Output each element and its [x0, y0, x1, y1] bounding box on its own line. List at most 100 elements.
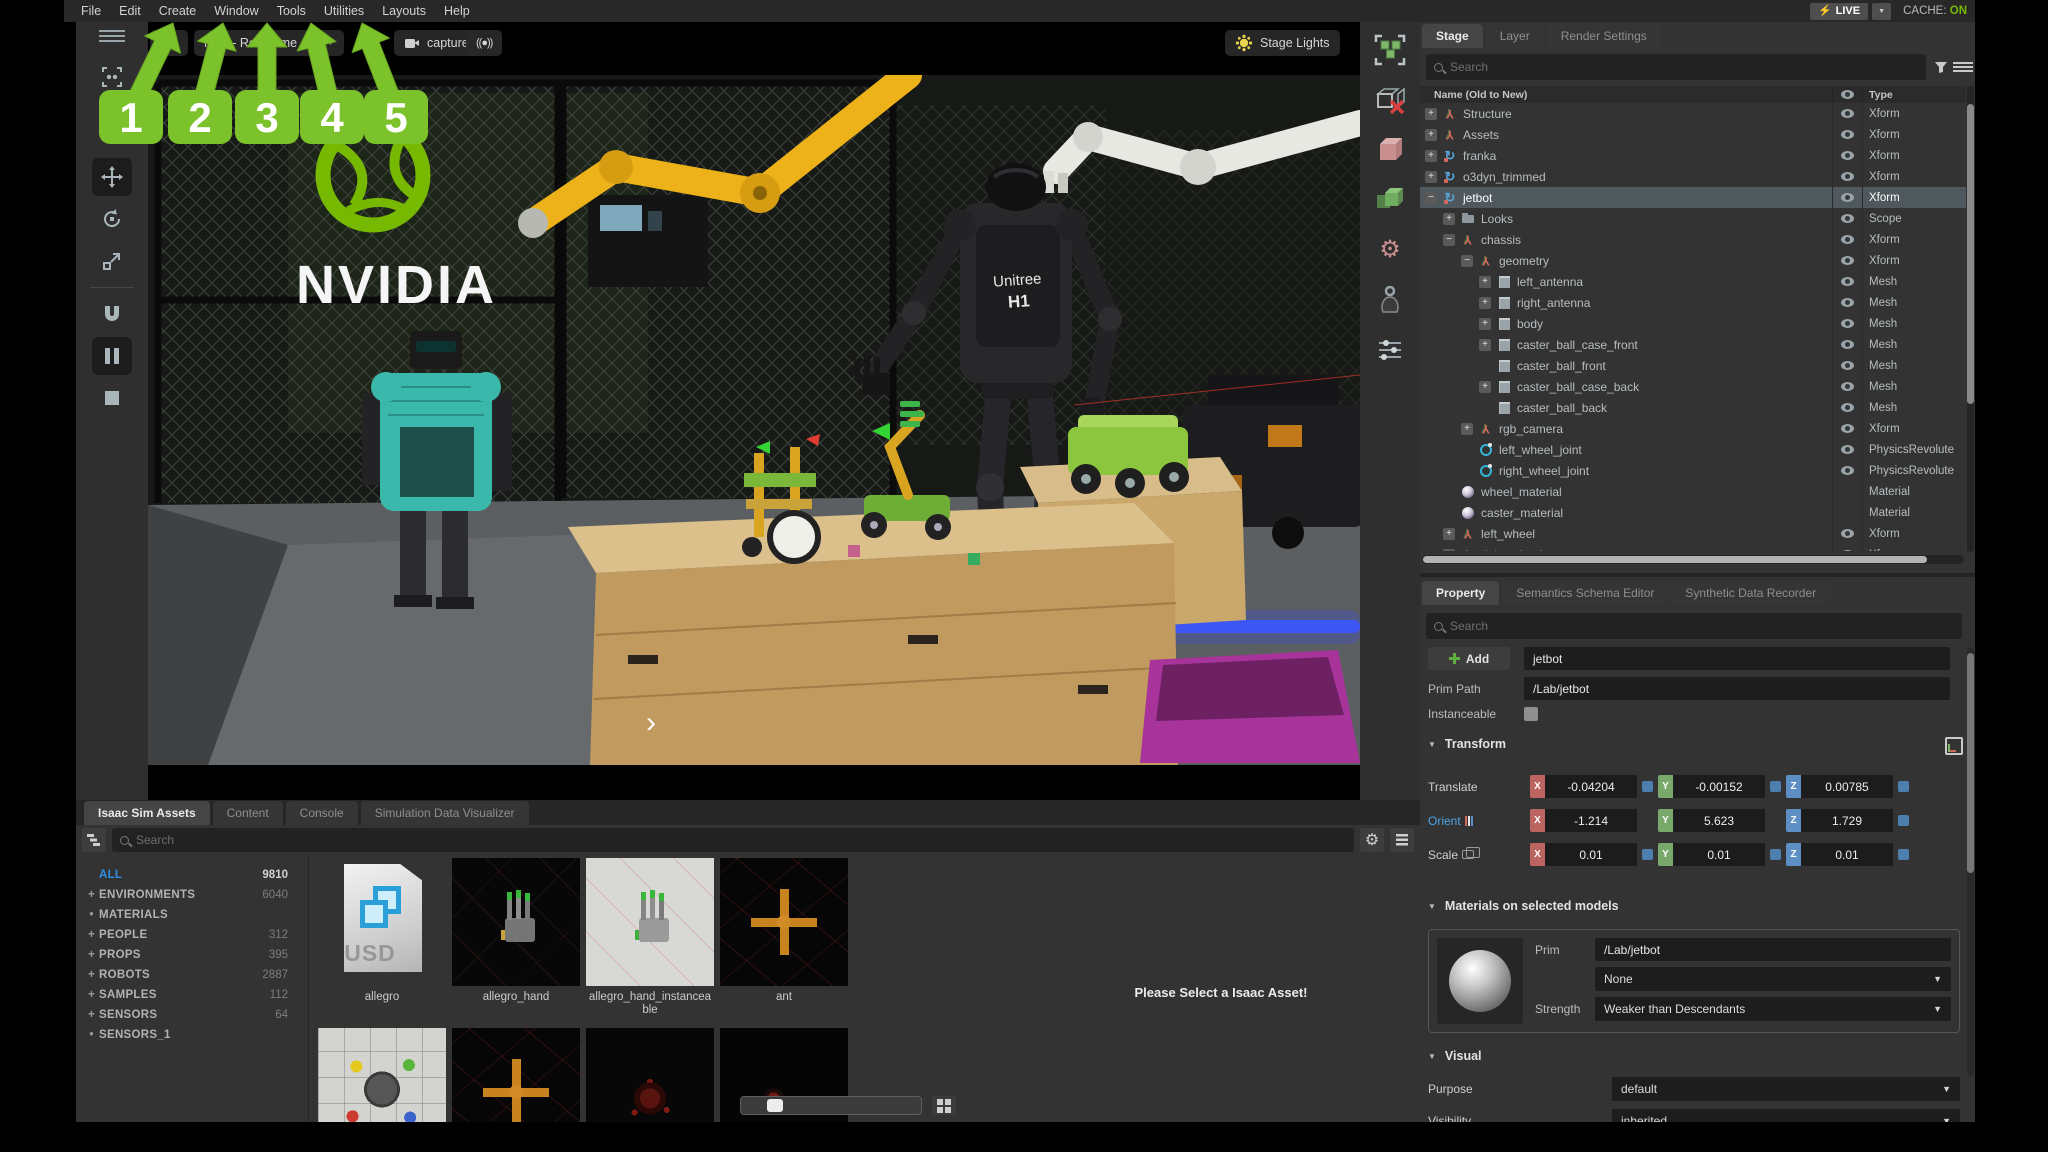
translate-y-field[interactable]: -0.00152	[1673, 775, 1765, 798]
material-binding-dropdown[interactable]: None ▼	[1595, 967, 1951, 991]
transform-axis-icon[interactable]	[1945, 737, 1963, 755]
assets-view-button[interactable]	[1390, 828, 1414, 852]
add-property-button[interactable]: Add	[1428, 647, 1510, 670]
tree-row[interactable]: chassis Xform	[1420, 229, 1966, 250]
property-search-input[interactable]	[1450, 619, 1954, 633]
bottom-tab[interactable]: Console	[285, 801, 358, 825]
stage-horizontal-scrollbar[interactable]	[1422, 555, 1964, 564]
visibility-eye-toggle[interactable]	[1832, 502, 1862, 523]
snap-tool-button[interactable]	[92, 295, 132, 333]
live-button[interactable]: ⚡ LIVE	[1809, 2, 1869, 20]
bottom-tab[interactable]: Simulation Data Visualizer	[360, 801, 529, 825]
visibility-eye-toggle[interactable]	[1832, 313, 1862, 334]
deselect-cube-button[interactable]	[1369, 80, 1411, 120]
tree-row[interactable]: jetbot Xform	[1420, 187, 1966, 208]
bottom-tab[interactable]: Isaac Sim Assets	[84, 801, 210, 825]
assets-search[interactable]	[112, 828, 1354, 852]
category-row[interactable]: + ENVIRONMENTS 6040	[84, 885, 300, 905]
expander-icon[interactable]	[1425, 149, 1437, 162]
visibility-eye-toggle[interactable]	[1832, 208, 1862, 229]
asset-item[interactable]	[318, 1028, 446, 1122]
translate-x-field[interactable]: -0.04204	[1545, 775, 1637, 798]
viewport-canvas[interactable]: NVIDIA Unitree H1	[148, 75, 1360, 765]
move-tool-button[interactable]	[92, 158, 132, 196]
instanceable-checkbox[interactable]	[1524, 707, 1538, 721]
step-handle[interactable]	[1770, 849, 1781, 860]
asset-item[interactable]	[586, 1028, 714, 1122]
render-settings-button[interactable]: ⚙	[1369, 230, 1411, 270]
expander-icon[interactable]	[1443, 527, 1455, 540]
visibility-eye-toggle[interactable]	[1832, 250, 1862, 271]
step-handle[interactable]	[1642, 849, 1653, 860]
visibility-eye-toggle[interactable]	[1832, 418, 1862, 439]
visibility-dropdown[interactable]: inherited ▼	[1612, 1109, 1960, 1122]
asset-item[interactable]: ant	[720, 858, 848, 1017]
column-name-header[interactable]: Name (Old to New)	[1420, 89, 1832, 101]
visibility-eye-toggle[interactable]	[1832, 481, 1862, 502]
asset-item[interactable]: allegro_hand_instanceable	[586, 858, 714, 1017]
menu-item[interactable]: Window	[205, 2, 267, 20]
stage-search-input[interactable]	[1450, 60, 1918, 74]
tree-row[interactable]: caster_material Material	[1420, 502, 1966, 523]
category-filter-button[interactable]	[82, 828, 106, 852]
material-prim-field[interactable]: /Lab/jetbot	[1595, 938, 1951, 961]
assets-search-input[interactable]	[136, 833, 1346, 847]
property-tab[interactable]: Semantics Schema Editor	[1502, 581, 1669, 605]
materials-section-header[interactable]: ▼ Materials on selected models	[1428, 899, 1619, 913]
expander-icon[interactable]	[1461, 422, 1473, 435]
tree-row[interactable]: franka Xform	[1420, 145, 1966, 166]
visibility-eye-toggle[interactable]	[1832, 145, 1862, 166]
category-row[interactable]: + SENSORS 64	[84, 1005, 300, 1025]
transform-section-header[interactable]: ▼ Transform	[1428, 737, 1506, 751]
expander-icon[interactable]	[1425, 191, 1437, 204]
menu-item[interactable]: Layouts	[373, 2, 435, 20]
expander-icon[interactable]	[1443, 233, 1455, 246]
pink-cube-button[interactable]	[1369, 130, 1411, 170]
visibility-eye-toggle[interactable]	[1832, 292, 1862, 313]
physics-button[interactable]	[1369, 280, 1411, 320]
expander-icon[interactable]	[1479, 317, 1491, 330]
renderer-dropdown[interactable]: RTX - Real-Time ▼	[194, 30, 345, 56]
filters-button[interactable]	[1369, 330, 1411, 370]
visibility-eye-toggle[interactable]	[1832, 460, 1862, 481]
step-handle[interactable]	[1898, 849, 1909, 860]
thumbnail-size-slider[interactable]	[740, 1096, 922, 1115]
tree-row[interactable]: left_antenna Mesh	[1420, 271, 1966, 292]
visibility-eye-toggle[interactable]	[1832, 523, 1862, 544]
category-row[interactable]: + SAMPLES 112	[84, 985, 300, 1005]
category-row[interactable]: + PROPS 395	[84, 945, 300, 965]
expander-icon[interactable]	[1479, 380, 1491, 393]
menu-item[interactable]: Create	[150, 2, 206, 20]
tree-row[interactable]: caster_ball_back Mesh	[1420, 397, 1966, 418]
slider-thumb[interactable]	[767, 1099, 783, 1112]
stage-filter-button[interactable]	[1930, 55, 1952, 79]
tree-row[interactable]: left_wheel Xform	[1420, 523, 1966, 544]
menu-item[interactable]: File	[72, 2, 110, 20]
orient-z-field[interactable]: 1.729	[1801, 809, 1893, 832]
live-dropdown-button[interactable]: ▼	[1872, 2, 1892, 20]
toolbar-menu-icon[interactable]	[99, 30, 125, 42]
visual-section-header[interactable]: ▼ Visual	[1428, 1049, 1482, 1063]
property-scrollbar[interactable]	[1967, 647, 1974, 1077]
prim-path-field[interactable]: /Lab/jetbot	[1524, 677, 1950, 700]
property-tab[interactable]: Property	[1422, 581, 1500, 605]
tree-row[interactable]: right_wheel_joint PhysicsRevolute	[1420, 460, 1966, 481]
tree-row[interactable]: body Mesh	[1420, 313, 1966, 334]
menu-item[interactable]: Help	[435, 2, 479, 20]
visibility-eye-toggle[interactable]	[1832, 103, 1862, 124]
property-tab[interactable]: Synthetic Data Recorder	[1671, 581, 1831, 605]
visibility-eye-toggle[interactable]	[1832, 355, 1862, 376]
tree-row[interactable]: right_wheel Xform	[1420, 544, 1966, 551]
asset-item[interactable]: USD allegro	[318, 858, 446, 1017]
scale-tool-button[interactable]	[92, 242, 132, 280]
expander-icon[interactable]	[1461, 254, 1473, 267]
expander-icon[interactable]	[1443, 548, 1455, 551]
visibility-eye-toggle[interactable]	[1832, 544, 1862, 551]
selection-mode-button[interactable]	[1369, 30, 1411, 70]
expander-icon[interactable]	[1479, 275, 1491, 288]
visibility-eye-toggle[interactable]	[1832, 124, 1862, 145]
visibility-eye-toggle[interactable]	[1832, 229, 1862, 250]
viewport-nav-chevron[interactable]	[640, 710, 662, 738]
visibility-eye-toggle[interactable]	[1832, 334, 1862, 355]
category-row[interactable]: • MATERIALS	[84, 905, 300, 925]
